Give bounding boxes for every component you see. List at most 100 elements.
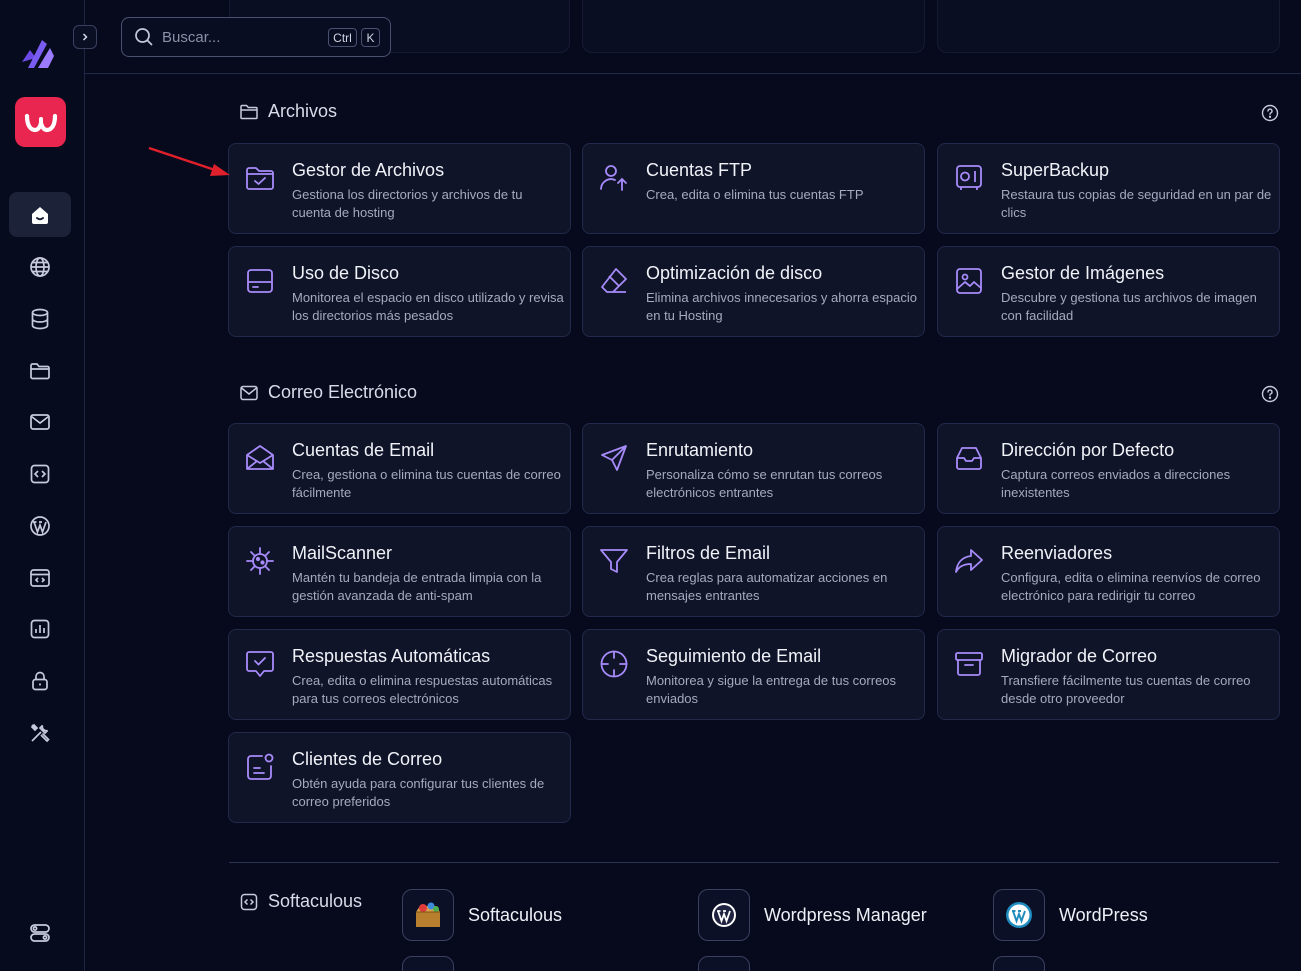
card-title: Reenviadores (1001, 543, 1113, 563)
card-description: Obtén ayuda para configurar tus clientes… (292, 776, 545, 809)
kbd-ctrl: Ctrl (328, 28, 357, 47)
image-icon (956, 268, 982, 294)
code-file-icon (30, 464, 50, 483)
card-description: Descubre y gestiona tus archivos de imag… (1001, 290, 1257, 323)
help-icon[interactable] (1261, 104, 1279, 122)
card-description: Configura, edita o elimina reenvíos de c… (1001, 570, 1261, 603)
app-softaculous[interactable]: Softaculous (402, 889, 562, 941)
nav-stats[interactable] (9, 606, 71, 651)
send-icon (601, 445, 627, 471)
nav-wordpress[interactable] (9, 503, 71, 548)
topbar-divider (85, 73, 1301, 74)
app-tile-partial[interactable] (993, 956, 1045, 971)
card-title: Seguimiento de Email (646, 646, 822, 666)
safe-icon (956, 165, 982, 190)
card-description: Crea, edita o elimina respuestas automát… (292, 673, 553, 706)
nav-home[interactable] (9, 192, 71, 237)
client-notification-icon (247, 753, 274, 780)
app-label: WordPress (1059, 904, 1148, 925)
card-uso-disco[interactable]: Uso de Disco Monitorea el espacio en dis… (228, 246, 571, 337)
card-title: MailScanner (292, 543, 393, 563)
scrolled-card (937, 0, 1280, 53)
card-title: Enrutamiento (646, 440, 754, 460)
app-wordpress[interactable]: WordPress (993, 889, 1148, 941)
filter-icon (600, 549, 628, 573)
nav-code[interactable] (9, 451, 71, 496)
card-description: Mantén tu bandeja de entrada limpia con … (292, 570, 542, 603)
card-seguimiento-email[interactable]: Seguimiento de Email Monitorea y sigue l… (582, 629, 925, 720)
card-description: Gestiona los directorios y archivos de t… (292, 187, 523, 220)
wordpress-nav-icon (30, 515, 50, 536)
card-filtros-email[interactable]: Filtros de Email Crea reglas para automa… (582, 526, 925, 617)
app-label: Softaculous (468, 904, 563, 925)
toggles-icon (30, 923, 50, 942)
card-title: Dirección por Defecto (1001, 440, 1175, 460)
card-title: Gestor de Imágenes (1001, 263, 1165, 283)
card-description: Crea reglas para automatizar acciones en… (646, 570, 888, 603)
nav-tools[interactable] (9, 710, 71, 755)
folder-icon (30, 362, 50, 379)
nav-files[interactable] (9, 348, 71, 393)
section-title-text: Softaculous (268, 891, 363, 911)
card-direccion-defecto[interactable]: Dirección por Defecto Captura correos en… (937, 423, 1280, 514)
card-mailscanner[interactable]: MailScanner Mantén tu bandeja de entrada… (228, 526, 571, 617)
app-tile-partial[interactable] (698, 956, 750, 971)
nav-settings[interactable] (9, 910, 71, 955)
card-description: Monitorea el espacio en disco utilizado … (292, 290, 564, 323)
section-archivos-title: Archivos (239, 101, 337, 122)
eraser-icon (601, 268, 627, 293)
card-gestor-imagenes[interactable]: Gestor de Imágenes Descubre y gestiona t… (937, 246, 1280, 337)
nav-security[interactable] (9, 658, 71, 703)
card-cuentas-email[interactable]: Cuentas de Email Crea, gestiona o elimin… (228, 423, 571, 514)
card-cuentas-ftp[interactable]: Cuentas FTP Crea, edita o elimina tus cu… (582, 143, 925, 234)
browser-code-icon (30, 568, 50, 587)
card-description: Restaura tus copias de seguridad en un p… (1001, 187, 1272, 220)
globe-icon (30, 256, 50, 277)
envelope-open-icon (246, 445, 274, 470)
code-file-icon (240, 893, 258, 910)
card-migrador-correo[interactable]: Migrador de Correo Transfiere fácilmente… (937, 629, 1280, 720)
hard-drive-icon (247, 269, 273, 293)
card-clientes-correo[interactable]: Clientes de Correo Obtén ayuda para conf… (228, 732, 571, 823)
card-title: Optimización de disco (646, 263, 823, 283)
card-enrutamiento[interactable]: Enrutamiento Personaliza cómo se enrutan… (582, 423, 925, 514)
section-divider (229, 862, 1279, 863)
card-title: Migrador de Correo (1001, 646, 1158, 666)
card-title: Clientes de Correo (292, 749, 443, 769)
crosshair-icon (600, 650, 628, 678)
softaculous-box-icon (402, 889, 454, 941)
card-reenviadores[interactable]: Reenviadores Configura, edita o elimina … (937, 526, 1280, 617)
nav-domains[interactable] (9, 244, 71, 289)
app-wordpress-manager[interactable]: Wordpress Manager (698, 889, 927, 941)
nav-apps[interactable] (9, 555, 71, 600)
card-superbackup[interactable]: SuperBackup Restaura tus copias de segur… (937, 143, 1280, 234)
chart-icon (30, 619, 50, 638)
database-icon (31, 308, 49, 329)
nav-databases[interactable] (9, 296, 71, 341)
card-title: Gestor de Archivos (292, 160, 445, 180)
nav-email[interactable] (9, 399, 71, 444)
mail-icon (30, 413, 50, 430)
card-description: Crea, edita o elimina tus cuentas FTP (646, 187, 864, 202)
card-description: Transfiere fácilmente tus cuentas de cor… (1001, 673, 1251, 706)
app-tile-partial[interactable] (402, 956, 454, 971)
folder-icon (240, 104, 258, 119)
card-optimizacion-disco[interactable]: Optimización de disco Elimina archivos i… (582, 246, 925, 337)
help-icon[interactable] (1261, 385, 1279, 403)
card-title: Cuentas de Email (292, 440, 435, 460)
annotation-arrow (148, 146, 230, 176)
card-gestor-archivos[interactable]: Gestor de Archivos Gestiona los director… (228, 143, 571, 234)
section-title-text: Archivos (268, 101, 338, 121)
card-respuestas-automaticas[interactable]: Respuestas Automáticas Crea, edita o eli… (228, 629, 571, 720)
message-check-icon (246, 651, 274, 677)
card-description: Personaliza cómo se enrutan tus correos … (646, 467, 883, 500)
user-upload-icon (600, 165, 627, 191)
card-description: Monitorea y sigue la entrega de tus corr… (646, 673, 897, 706)
archive-icon (955, 652, 983, 676)
card-title: Uso de Disco (292, 263, 400, 283)
section-softaculous-title: Softaculous (239, 891, 362, 912)
virus-icon (246, 547, 274, 575)
card-description: Crea, gestiona o elimina tus cuentas de … (292, 467, 561, 500)
scrolled-card (582, 0, 925, 53)
tools-icon (30, 723, 50, 742)
